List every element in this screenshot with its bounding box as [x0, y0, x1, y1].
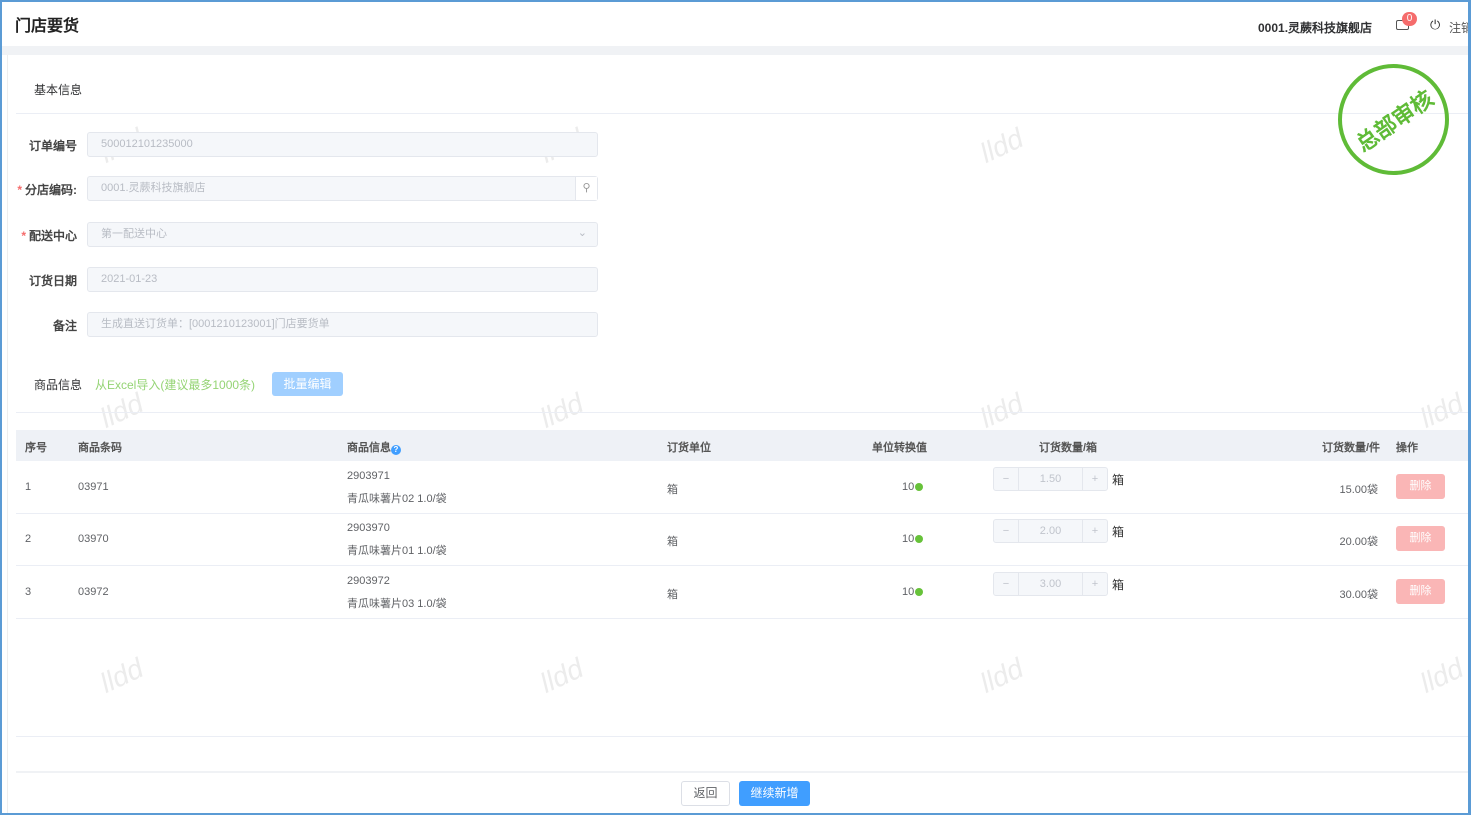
row-barcode: 03972 [78, 586, 109, 598]
table-header: 序号 商品条码 商品信息? 订货单位 单位转换值 订货数量/箱 订货数量/件 操… [16, 430, 1471, 461]
dc-select[interactable]: 第一配送中心 ⌄ [87, 222, 598, 247]
chevron-down-icon: ⌄ [577, 227, 587, 239]
box-unit-label: 箱 [1112, 473, 1125, 487]
remark-input[interactable]: 生成直送订货单：[0001210123001]门店要货单 [87, 312, 598, 337]
row-unit: 箱 [667, 536, 678, 548]
store-name[interactable]: 0001.灵蕨科技旗舰店 [1258, 19, 1372, 36]
qty-box-stepper[interactable]: −1.50 + [993, 467, 1108, 491]
branch-label: * 分店编码: [17, 183, 77, 197]
divider [16, 736, 1471, 737]
row-goods-name: 青瓜味薯片02 1.0/袋 [347, 493, 447, 505]
col-action: 操作 [1396, 442, 1418, 454]
minus-button[interactable]: − [994, 468, 1018, 490]
search-icon[interactable]: ⚲ [575, 177, 597, 200]
qty-box-stepper[interactable]: −3.00 + [993, 572, 1108, 596]
plus-button[interactable]: + [1083, 468, 1107, 490]
row-no: 3 [25, 586, 32, 598]
col-no: 序号 [25, 442, 47, 454]
power-icon[interactable]: ⏻ [1430, 17, 1440, 33]
row-barcode: 03971 [78, 481, 109, 493]
info-dot-icon[interactable] [915, 483, 924, 491]
divider [16, 412, 1471, 413]
row-goods-code: 2903970 [347, 522, 390, 534]
order-no-label: 订单编号 [28, 139, 77, 153]
row-goods-name: 青瓜味薯片03 1.0/袋 [347, 598, 447, 610]
date-input[interactable]: 2021-01-23 [87, 267, 598, 292]
mail-count-badge: 0 [1402, 12, 1417, 26]
plus-button[interactable]: + [1083, 520, 1107, 542]
col-unit: 订货单位 [667, 442, 711, 454]
delete-button[interactable]: 删除 [1396, 579, 1445, 604]
minus-button[interactable]: − [994, 573, 1018, 595]
qty-box-input[interactable]: 2.00 [1018, 520, 1083, 542]
row-conversion: 10 [902, 481, 924, 493]
order-no-input[interactable]: 500012101235000 [87, 132, 598, 157]
table-row: 2 03970 2903970 青瓜味薯片01 1.0/袋 箱 10 −2.00… [16, 513, 1471, 566]
goods-info-heading: 商品信息 [34, 378, 83, 392]
qty-box-input[interactable]: 3.00 [1018, 573, 1083, 595]
divider [16, 113, 1471, 114]
row-unit: 箱 [667, 589, 678, 601]
logout-link[interactable]: 注销 [1449, 19, 1471, 36]
qty-box-stepper[interactable]: −2.00 + [993, 519, 1108, 543]
row-qty-piece: 30.00袋 [1339, 589, 1378, 601]
batch-edit-button[interactable]: 批量编辑 [272, 372, 343, 396]
header-divider [0, 46, 1471, 55]
row-goods-code: 2903971 [347, 470, 390, 482]
box-unit-label: 箱 [1112, 578, 1125, 592]
col-goods-info: 商品信息? [347, 439, 401, 455]
hq-review-stamp: 总部审核 [1338, 64, 1449, 175]
info-dot-icon[interactable] [915, 535, 924, 543]
branch-input[interactable]: 0001.灵蕨科技旗舰店 ⚲ [87, 176, 598, 201]
delete-button[interactable]: 删除 [1396, 474, 1445, 499]
delete-button[interactable]: 删除 [1396, 526, 1445, 551]
top-bar: 门店要货 0001.灵蕨科技旗舰店 0 ⏻ 注销 [0, 0, 1471, 46]
row-unit: 箱 [667, 484, 678, 496]
table-row: 1 03971 2903971 青瓜味薯片02 1.0/袋 箱 10 −1.50… [16, 461, 1471, 514]
qty-box-input[interactable]: 1.50 [1018, 468, 1083, 490]
footer-divider [16, 771, 1471, 773]
dc-label: * 配送中心 [21, 229, 77, 243]
row-qty-piece: 20.00袋 [1339, 536, 1378, 548]
col-conversion: 单位转换值 [872, 442, 927, 454]
row-qty-piece: 15.00袋 [1339, 484, 1378, 496]
continue-add-button[interactable]: 继续新增 [739, 781, 810, 806]
plus-button[interactable]: + [1083, 573, 1107, 595]
col-barcode: 商品条码 [78, 442, 122, 454]
col-qty-piece: 订货数量/件 [1322, 442, 1381, 454]
excel-import-link[interactable]: 从Excel导入(建议最多1000条) [95, 376, 255, 393]
col-qty-box: 订货数量/箱 [1039, 442, 1098, 454]
row-no: 2 [25, 533, 32, 545]
basic-info-heading: 基本信息 [34, 83, 83, 97]
remark-label: 备注 [52, 319, 77, 333]
row-goods-name: 青瓜味薯片01 1.0/袋 [347, 545, 447, 557]
row-conversion: 10 [902, 586, 924, 598]
row-barcode: 03970 [78, 533, 109, 545]
row-no: 1 [25, 481, 32, 493]
info-dot-icon[interactable] [915, 588, 924, 596]
date-label: 订货日期 [28, 274, 77, 288]
row-goods-code: 2903972 [347, 575, 390, 587]
help-icon[interactable]: ? [391, 445, 401, 455]
page-title: 门店要货 [15, 18, 80, 35]
box-unit-label: 箱 [1112, 525, 1125, 539]
table-row: 3 03972 2903972 青瓜味薯片03 1.0/袋 箱 10 −3.00… [16, 566, 1471, 619]
minus-button[interactable]: − [994, 520, 1018, 542]
row-conversion: 10 [902, 533, 924, 545]
back-button[interactable]: 返回 [681, 781, 730, 806]
